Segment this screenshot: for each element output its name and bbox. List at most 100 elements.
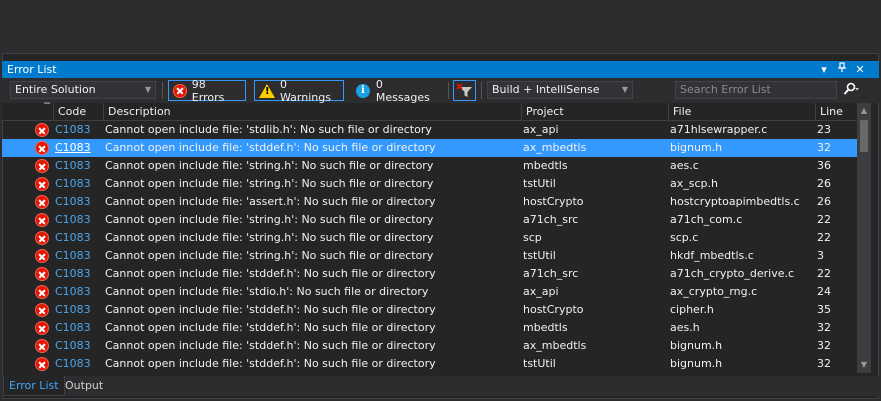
header-line[interactable]: Line (815, 103, 857, 121)
error-code-link[interactable]: C1083 (55, 211, 101, 229)
vertical-scrollbar[interactable]: ▲ ▼ (857, 103, 871, 373)
scroll-down-icon[interactable]: ▼ (857, 359, 871, 371)
warning-icon: ! (259, 83, 275, 98)
error-file: scp.c (670, 231, 699, 244)
error-code-link[interactable]: C1083 (55, 175, 101, 193)
table-row[interactable]: C1083 Cannot open include file: 'stddef.h… (2, 337, 857, 355)
bottom-tab-strip: Error List Output (2, 376, 879, 396)
errors-count-label: 98 Errors (191, 77, 225, 104)
error-icon (35, 303, 49, 317)
error-file: ax_crypto_rng.c (670, 285, 758, 298)
scope-dropdown[interactable]: Entire Solution ▼ (10, 81, 156, 99)
errors-filter-button[interactable]: 98 Errors (168, 77, 246, 104)
table-row[interactable]: C1083 Cannot open include file: 'string.h… (2, 211, 857, 229)
error-code-link[interactable]: C1083 (55, 301, 101, 319)
pin-icon[interactable] (834, 61, 850, 78)
error-file: ax_scp.h (670, 177, 718, 190)
error-code-link[interactable]: C1083 (55, 319, 101, 337)
error-code-link[interactable]: C1083 (55, 157, 101, 175)
error-project: ax_mbedtls (523, 339, 587, 352)
toolbar-separator (481, 82, 482, 99)
error-description: Cannot open include file: 'assert.h': No… (105, 195, 436, 208)
dropdown-arrow-icon: ▼ (621, 85, 628, 94)
table-row[interactable]: C1083 Cannot open include file: 'stddef.h… (2, 355, 857, 373)
header-file[interactable]: File (668, 103, 815, 121)
error-icon (35, 267, 49, 281)
table-row[interactable]: C1083 Cannot open include file: 'stddef.h… (2, 265, 857, 283)
error-line: 24 (817, 285, 831, 298)
error-project: tstUtil (523, 177, 556, 190)
error-line: 32 (817, 357, 831, 370)
table-row[interactable]: C1083 Cannot open include file: 'assert.h… (2, 193, 857, 211)
error-code-link[interactable]: C1083 (55, 193, 101, 211)
header-code[interactable]: Code (53, 103, 103, 121)
error-code-link[interactable]: C1083 (55, 283, 101, 301)
error-description: Cannot open include file: 'stddef.h': No… (105, 339, 436, 352)
error-rows: C1083 Cannot open include file: 'stdlib.h… (2, 121, 857, 373)
dropdown-arrow-icon: ▼ (144, 85, 151, 94)
messages-filter-button[interactable]: i 0 Messages (352, 77, 444, 104)
table-row[interactable]: C1083 Cannot open include file: 'stddef.h… (2, 301, 857, 319)
warnings-filter-button[interactable]: ! 0 Warnings (254, 78, 344, 104)
table-row[interactable]: C1083 Cannot open include file: 'stddef.h… (2, 319, 857, 337)
error-project: hostCrypto (523, 303, 584, 316)
error-file: hostcryptoapimbedtls.c (670, 195, 800, 208)
error-code-link[interactable]: C1083 (55, 355, 101, 373)
header-description[interactable]: Description (103, 103, 521, 121)
error-list-titlebar[interactable]: Error List ▾ ✕ (2, 61, 879, 78)
error-project: ax_api (523, 123, 559, 136)
error-description: Cannot open include file: 'stdio.h': No … (105, 285, 429, 298)
error-line: 32 (817, 141, 831, 154)
table-row[interactable]: C1083 Cannot open include file: 'string.h… (2, 175, 857, 193)
error-code-link[interactable]: C1083 (55, 247, 101, 265)
error-code-link[interactable]: C1083 (55, 139, 101, 157)
error-file: cipher.h (670, 303, 714, 316)
scroll-up-icon[interactable]: ▲ (857, 105, 871, 117)
error-description: Cannot open include file: 'stdlib.h': No… (105, 123, 432, 136)
panel-title: Error List (7, 63, 57, 76)
table-row[interactable]: C1083 Cannot open include file: 'string.h… (2, 247, 857, 265)
header-category-column[interactable]: ▔ (2, 103, 53, 121)
error-icon (35, 231, 49, 245)
table-row[interactable]: C1083 Cannot open include file: 'stddef.h… (2, 139, 857, 157)
window-position-dropdown-icon[interactable]: ▾ (816, 61, 832, 78)
error-project: mbedtls (523, 159, 568, 172)
error-line: 32 (817, 339, 831, 352)
error-icon (35, 159, 49, 173)
error-code-link[interactable]: C1083 (55, 265, 101, 283)
error-icon (35, 123, 49, 137)
error-description: Cannot open include file: 'string.h': No… (105, 249, 434, 262)
error-file: a71ch_com.c (670, 213, 743, 226)
error-project: ax_mbedtls (523, 141, 587, 154)
error-line: 22 (817, 267, 831, 280)
table-row[interactable]: C1083 Cannot open include file: 'string.h… (2, 157, 857, 175)
error-project: mbedtls (523, 321, 568, 334)
error-line: 26 (817, 195, 831, 208)
clear-filter-button[interactable] (453, 80, 476, 101)
messages-count-label: 0 Messages (375, 77, 430, 104)
build-intellisense-dropdown[interactable]: Build + IntelliSense ▼ (487, 81, 633, 99)
tab-error-list[interactable]: Error List (3, 376, 65, 396)
close-icon[interactable]: ✕ (852, 61, 868, 78)
table-row[interactable]: C1083 Cannot open include file: 'stdlib.h… (2, 121, 857, 139)
error-description: Cannot open include file: 'stddef.h': No… (105, 357, 436, 370)
search-error-list-input[interactable]: Search Error List (675, 81, 837, 99)
tab-output[interactable]: Output (60, 376, 108, 395)
error-line: 23 (817, 123, 831, 136)
error-code-link[interactable]: C1083 (55, 229, 101, 247)
header-project[interactable]: Project (521, 103, 668, 121)
error-icon (35, 195, 49, 209)
error-code-link[interactable]: C1083 (55, 121, 101, 139)
scrollbar-thumb[interactable] (860, 120, 868, 152)
error-description: Cannot open include file: 'string.h': No… (105, 213, 434, 226)
error-line: 3 (817, 249, 824, 262)
error-project: scp (523, 231, 542, 244)
error-file: bignum.h (670, 141, 723, 154)
table-row[interactable]: C1083 Cannot open include file: 'string.h… (2, 229, 857, 247)
error-icon (35, 213, 49, 227)
error-project: tstUtil (523, 357, 556, 370)
search-icon[interactable] (843, 82, 859, 99)
table-row[interactable]: C1083 Cannot open include file: 'stdio.h'… (2, 283, 857, 301)
search-placeholder: Search Error List (680, 83, 771, 96)
error-code-link[interactable]: C1083 (55, 337, 101, 355)
